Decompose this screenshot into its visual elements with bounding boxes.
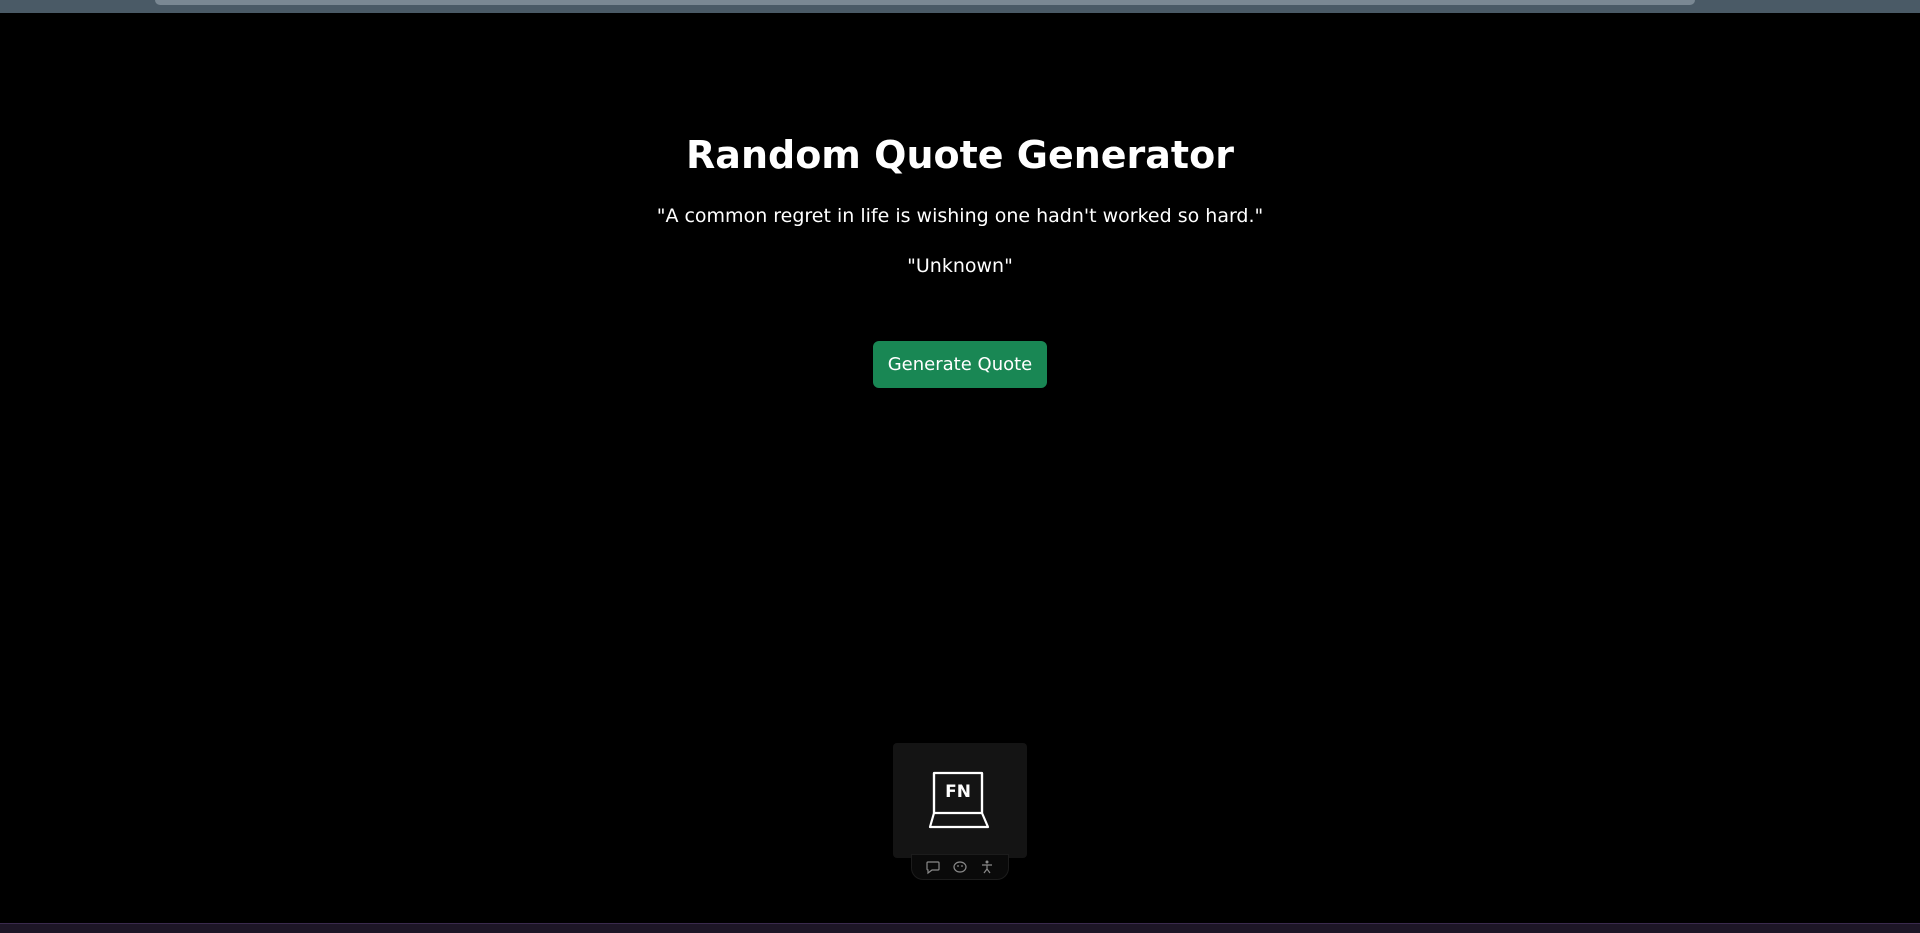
widget-toolbar [911, 854, 1009, 880]
fn-key-label: FN [945, 782, 971, 802]
browser-tab-edge [155, 0, 1695, 5]
page-title: Random Quote Generator [686, 133, 1234, 177]
quote-text: "A common regret in life is wishing one … [656, 205, 1264, 227]
emoji-icon[interactable] [952, 859, 968, 875]
taskbar-edge [0, 923, 1920, 933]
browser-top-strip [0, 0, 1920, 13]
fn-key-widget[interactable]: FN [893, 743, 1027, 858]
accessibility-icon[interactable] [979, 859, 995, 875]
fn-key-icon: FN [928, 771, 990, 829]
chat-bubble-icon[interactable] [925, 859, 941, 875]
quote-author: "Unknown" [907, 255, 1013, 277]
generate-quote-button[interactable]: Generate Quote [873, 341, 1047, 388]
